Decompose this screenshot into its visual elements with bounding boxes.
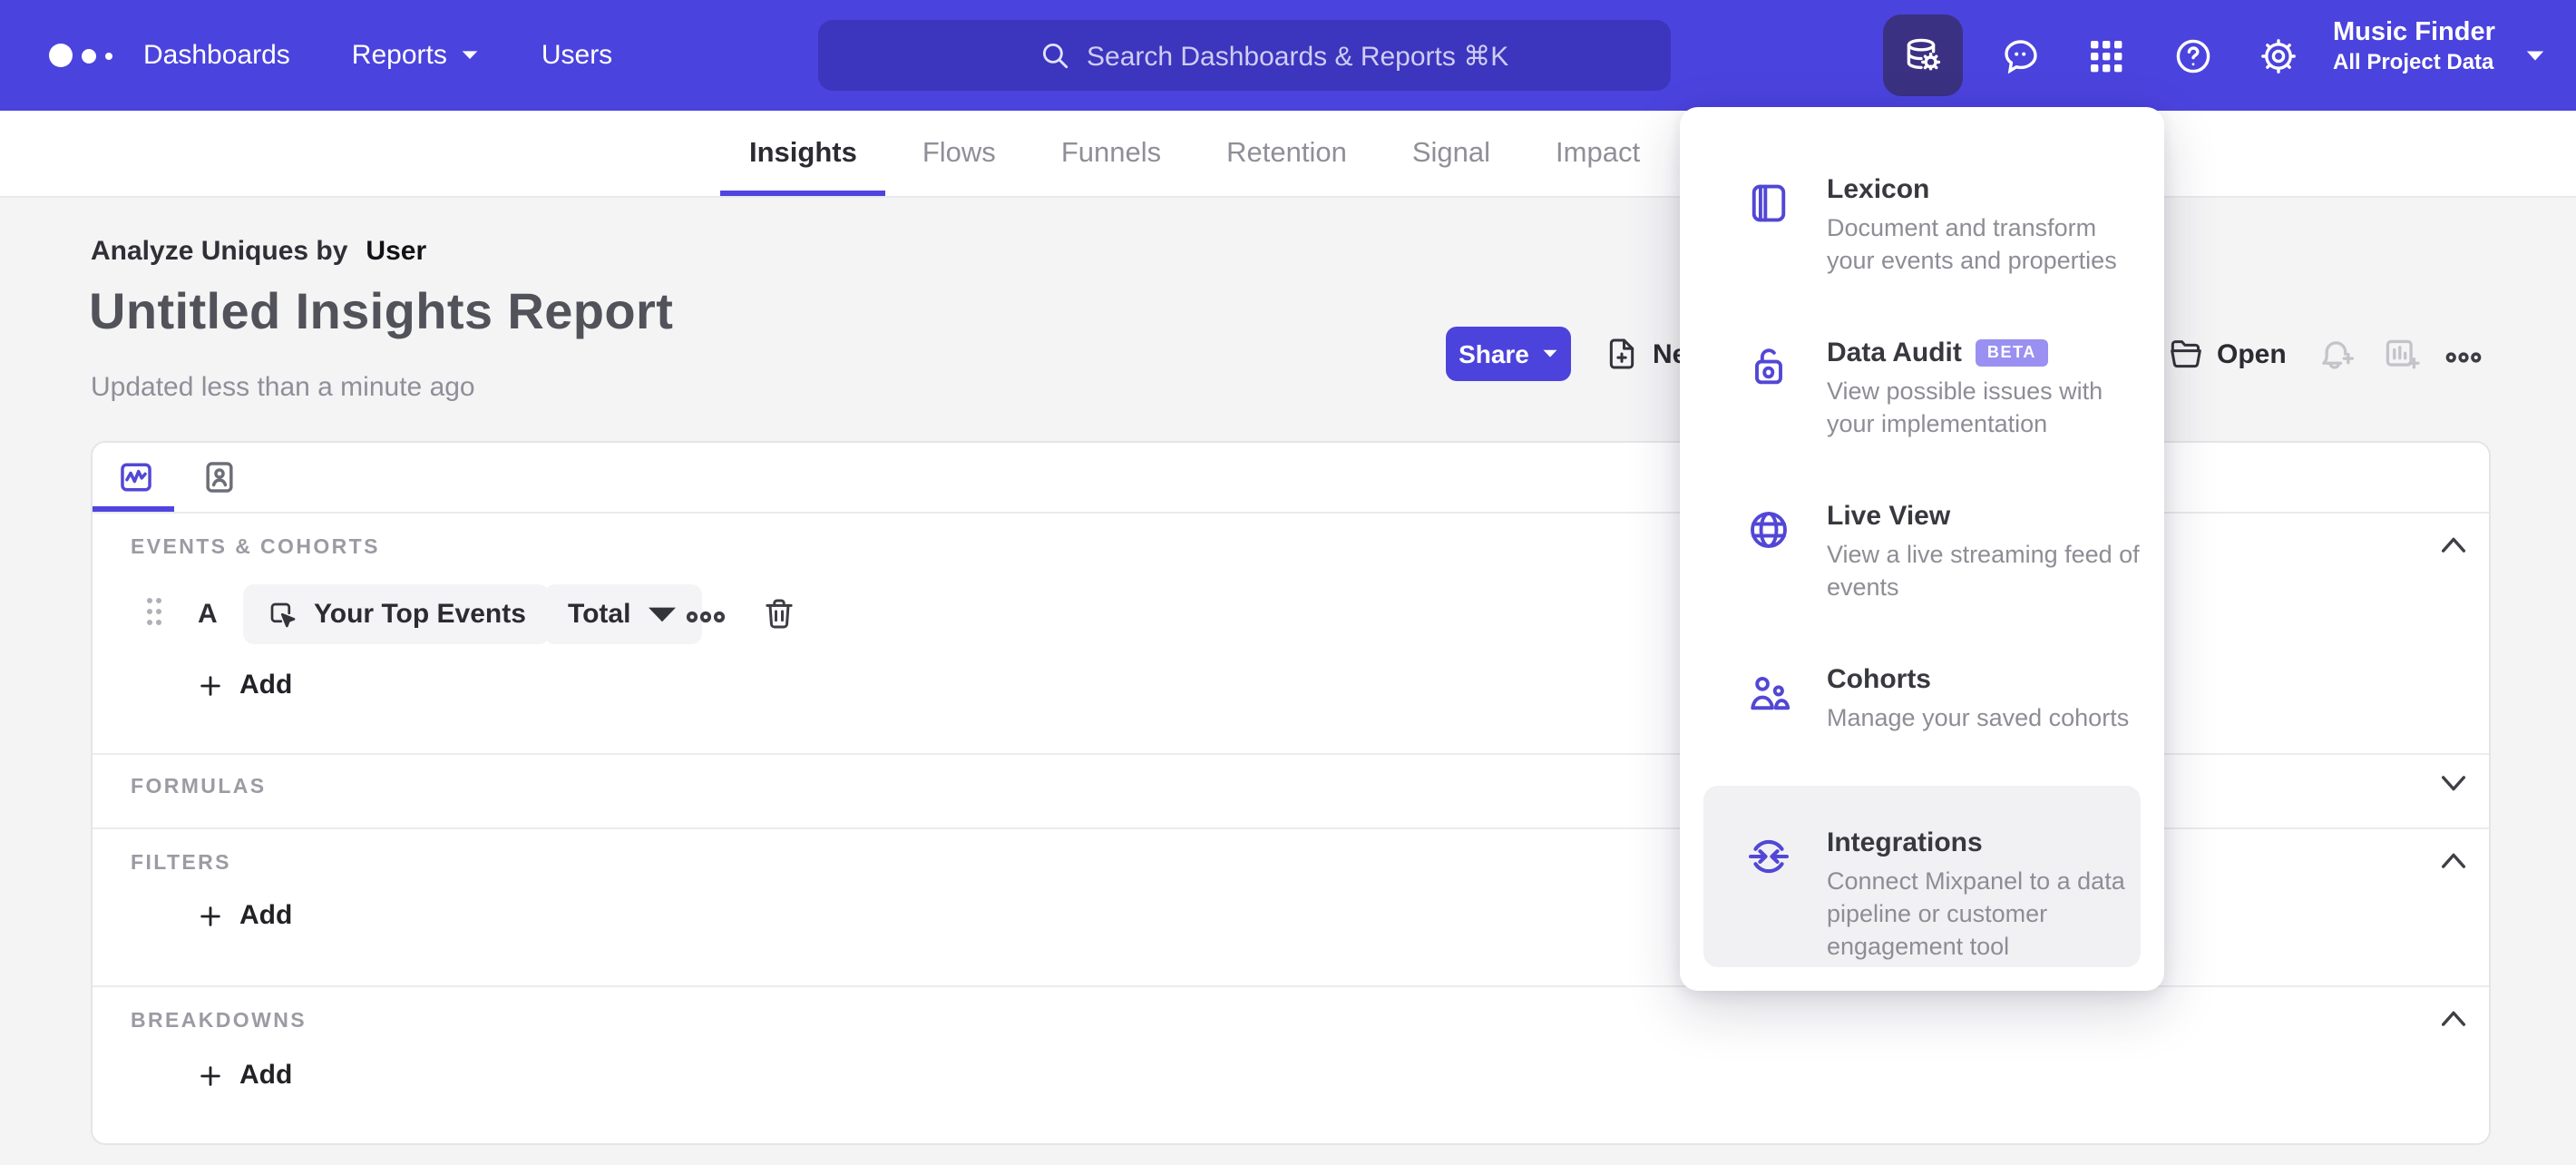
menu-item-description: Connect Mixpanel to a data pipeline or c…	[1827, 867, 2125, 960]
event-row-letter: A	[198, 599, 218, 630]
nav-item-users[interactable]: Users	[542, 40, 612, 71]
tab-retention[interactable]: Retention	[1226, 111, 1347, 196]
event-selector-pill[interactable]: Your Top Events	[243, 584, 550, 644]
add-to-board-chart-icon[interactable]	[2382, 336, 2422, 376]
nav-links: Dashboards Reports Users	[143, 0, 612, 111]
data-audit-lock-icon	[1755, 348, 1782, 385]
event-row-more-options-icon[interactable]	[684, 595, 727, 639]
lexicon-book-icon	[1751, 184, 1786, 222]
aggregation-selector-pill[interactable]: Total	[544, 584, 702, 644]
integrations-sync-icon	[1749, 839, 1789, 874]
active-view-underline	[93, 506, 174, 512]
feedback-icon[interactable]	[1999, 34, 2043, 78]
event-cursor-click-icon	[270, 602, 296, 627]
project-name: Music Finder	[2333, 18, 2495, 47]
open-report-button[interactable]: Open	[2168, 336, 2287, 372]
menu-item-title: Integrations	[1827, 827, 1983, 858]
analyze-label: Analyze Uniques by	[91, 236, 348, 267]
drag-handle-icon[interactable]	[143, 595, 165, 628]
menu-item-title: Cohorts	[1827, 664, 1931, 695]
mixpanel-logo-icon[interactable]	[49, 0, 112, 111]
add-breakdown-button[interactable]: Add	[198, 1060, 292, 1091]
add-breakdown-label: Add	[239, 1060, 293, 1091]
more-options-icon[interactable]	[2444, 338, 2483, 377]
aggregation-chevron-down-icon	[648, 606, 676, 622]
nav-item-dashboards[interactable]: Dashboards	[143, 40, 290, 71]
data-management-menu: Lexicon Document and transform your even…	[1680, 107, 2164, 991]
add-filter-label: Add	[239, 900, 293, 931]
report-tabs: Insights Flows Funnels Retention Signal …	[719, 111, 1640, 196]
share-chevron-down-icon	[1543, 349, 1557, 357]
analyze-uniques-row: Analyze Uniques by User	[91, 236, 426, 267]
collapse-filters-chevron-up-icon[interactable]	[2438, 849, 2469, 871]
beta-badge: BETA	[1976, 338, 2047, 366]
live-view-globe-icon	[1751, 512, 1787, 548]
global-search[interactable]	[818, 20, 1943, 94]
metrics-view-tab-pulse-icon[interactable]	[116, 457, 156, 497]
project-scope: All Project Data	[2333, 49, 2494, 74]
new-document-plus-icon	[1609, 338, 1634, 369]
report-tab-bar: Insights Flows Funnels Retention Signal …	[0, 111, 2576, 198]
data-management-button[interactable]	[1883, 15, 1963, 96]
top-nav: Dashboards Reports Users Search Dashboar…	[0, 0, 2576, 111]
nav-item-reports-label: Reports	[351, 40, 447, 71]
menu-item-description: Manage your saved cohorts	[1827, 704, 2130, 731]
tab-flows[interactable]: Flows	[922, 111, 996, 196]
add-event-label: Add	[239, 670, 293, 700]
section-label-filters: FILTERS	[131, 853, 231, 875]
settings-gear-icon[interactable]	[2257, 34, 2300, 78]
plus-icon	[200, 675, 220, 695]
plus-icon	[200, 906, 220, 925]
tab-insights[interactable]: Insights	[719, 111, 887, 196]
search-input[interactable]	[818, 20, 1943, 94]
report-updated-text: Updated less than a minute ago	[91, 372, 475, 403]
report-title[interactable]: Untitled Insights Report	[89, 283, 673, 341]
nav-item-reports[interactable]: Reports	[352, 40, 480, 71]
database-gear-icon	[1907, 37, 1941, 70]
chevron-down-icon	[463, 51, 479, 59]
menu-item-description: Document and transform your events and p…	[1827, 214, 2117, 274]
cohorts-people-icon	[1751, 677, 1791, 710]
menu-item-description: View a live streaming feed of events	[1827, 541, 2140, 601]
event-name-label: Your Top Events	[314, 599, 526, 630]
share-button-label: Share	[1459, 339, 1529, 368]
nav-item-dashboards-label: Dashboards	[143, 40, 290, 71]
project-chevron-down-icon[interactable]	[2525, 49, 2545, 64]
delete-event-trash-icon[interactable]	[760, 593, 798, 635]
collapse-events-chevron-up-icon[interactable]	[2438, 534, 2469, 555]
section-label-formulas: FORMULAS	[131, 777, 267, 798]
open-folder-icon	[2171, 340, 2201, 368]
add-filter-button[interactable]: Add	[198, 900, 292, 931]
nav-item-users-label: Users	[541, 40, 613, 71]
section-label-events-cohorts: EVENTS & COHORTS	[131, 537, 380, 559]
analyze-value-selector[interactable]: User	[366, 236, 426, 267]
menu-item-title: Live View	[1827, 501, 1951, 532]
open-button-label: Open	[2217, 338, 2287, 369]
collapse-breakdowns-chevron-up-icon[interactable]	[2438, 1007, 2469, 1029]
aggregation-label: Total	[568, 599, 631, 630]
profiles-view-tab-user-icon[interactable]	[200, 457, 239, 497]
expand-formulas-chevron-down-icon[interactable]	[2438, 773, 2469, 795]
mixpanel-app: Dashboards Reports Users Search Dashboar…	[0, 0, 2576, 1165]
tab-signal[interactable]: Signal	[1412, 111, 1490, 196]
add-event-button[interactable]: Add	[198, 670, 292, 700]
tab-funnels[interactable]: Funnels	[1061, 111, 1161, 196]
section-label-breakdowns: BREAKDOWNS	[131, 1011, 307, 1033]
menu-item-title: Data Audit BETA	[1827, 338, 2047, 369]
share-button[interactable]: Share	[1446, 327, 1571, 381]
apps-grid-icon[interactable]	[2084, 34, 2128, 78]
project-selector[interactable]: Music Finder All Project Data	[2333, 16, 2514, 76]
help-icon[interactable]	[2171, 34, 2215, 78]
create-alert-bell-icon[interactable]	[2317, 336, 2356, 376]
menu-item-title: Lexicon	[1827, 174, 1930, 205]
tab-impact[interactable]: Impact	[1556, 111, 1640, 196]
menu-item-description: View possible issues with your implement…	[1827, 377, 2103, 437]
plus-icon	[200, 1065, 220, 1085]
